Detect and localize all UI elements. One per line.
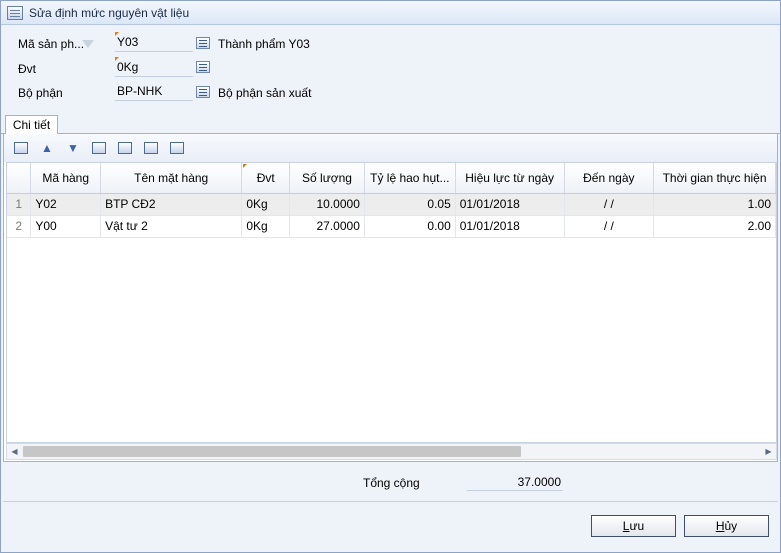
save-button-label: ưu: [629, 519, 645, 533]
unit-field[interactable]: 0Kg: [115, 59, 193, 77]
lookup-icon[interactable]: [196, 61, 210, 73]
tab-detail[interactable]: Chi tiết: [5, 115, 58, 135]
row-number: 2: [7, 215, 32, 238]
table-row[interactable]: 2 Y00 Vật tư 2 0Kg 27.0000 0.00 01/01/20…: [7, 215, 776, 238]
cell-name[interactable]: BTP CĐ2: [100, 193, 243, 216]
column-header-name[interactable]: Tên mặt hàng: [100, 163, 243, 194]
delete-row-icon[interactable]: [116, 140, 134, 156]
detail-grid: Mã hàng Tên mặt hàng Đvt Số lượng Tỷ lệ …: [6, 162, 777, 443]
product-name: Thành phẩm Y03: [218, 37, 310, 51]
column-header-loss-rate[interactable]: Tỷ lệ hao hụt...: [364, 163, 456, 194]
row-number: 1: [7, 193, 32, 216]
cancel-button[interactable]: Hủy: [684, 515, 769, 537]
import-icon[interactable]: [142, 140, 160, 156]
table-row[interactable]: 1 Y02 BTP CĐ2 0Kg 10.0000 0.05 01/01/201…: [7, 193, 776, 216]
cell-quantity[interactable]: 27.0000: [289, 215, 365, 238]
new-row-icon[interactable]: [12, 140, 30, 156]
detail-panel: ▲ ▼ Mã hàng Tên mặt hàng Đvt Số lượng Tỷ…: [3, 134, 778, 462]
column-header-quantity[interactable]: Số lượng: [289, 163, 365, 194]
cancel-button-label: ủy: [724, 519, 738, 533]
header-row: Mã hàng Tên mặt hàng Đvt Số lượng Tỷ lệ …: [7, 163, 776, 194]
cell-code[interactable]: Y00: [30, 215, 102, 238]
cell-effective-from[interactable]: 01/01/2018: [455, 215, 565, 238]
unit-label: Đvt: [18, 62, 36, 76]
total-value: 37.0000: [467, 473, 563, 491]
total-label: Tổng cộng: [363, 476, 420, 490]
scroll-right-icon[interactable]: ▶: [761, 444, 776, 459]
product-code-field[interactable]: Y03: [115, 34, 193, 52]
columns-icon[interactable]: [168, 140, 186, 156]
header-form: Mã sản ph... Y03 Thành phẩm Y03 Đvt 0Kg …: [1, 26, 780, 110]
cell-effective-to[interactable]: / /: [564, 193, 655, 216]
column-header-effective-from[interactable]: Hiệu lực từ ngày: [455, 163, 565, 194]
column-header-effective-to[interactable]: Đến ngày: [564, 163, 655, 194]
cell-unit[interactable]: 0Kg: [241, 193, 291, 216]
detail-table: Mã hàng Tên mặt hàng Đvt Số lượng Tỷ lệ …: [7, 163, 776, 238]
cell-loss-rate[interactable]: 0.05: [364, 193, 456, 216]
cell-code[interactable]: Y02: [30, 193, 102, 216]
move-down-icon[interactable]: ▼: [64, 140, 82, 156]
column-header-unit[interactable]: Đvt: [241, 163, 291, 194]
form-icon: [7, 5, 23, 20]
cell-unit[interactable]: 0Kg: [241, 215, 291, 238]
department-label: Bộ phận: [18, 86, 63, 100]
lookup-icon[interactable]: [196, 37, 210, 49]
cell-quantity[interactable]: 10.0000: [289, 193, 365, 216]
department-field[interactable]: BP-NHK: [115, 83, 193, 101]
horizontal-scrollbar[interactable]: ◀ ▶: [6, 443, 777, 460]
column-header-rownum: [7, 163, 32, 194]
grid-toolbar: ▲ ▼: [4, 134, 777, 162]
cell-lead-time[interactable]: 2.00: [653, 215, 776, 238]
cell-name[interactable]: Vật tư 2: [100, 215, 243, 238]
tab-strip: Chi tiết: [1, 113, 780, 135]
edit-material-norm-window: Sửa định mức nguyên vật liệu Mã sản ph..…: [0, 0, 781, 553]
product-code-label: Mã sản ph...: [18, 37, 85, 51]
divider: [3, 501, 778, 502]
column-header-code[interactable]: Mã hàng: [30, 163, 102, 194]
move-up-icon[interactable]: ▲: [38, 140, 56, 156]
cell-lead-time[interactable]: 1.00: [653, 193, 776, 216]
save-button[interactable]: Lưu: [591, 515, 676, 537]
department-name: Bộ phận sản xuất: [218, 86, 312, 100]
scrollbar-thumb[interactable]: [23, 446, 521, 457]
lookup-icon[interactable]: [196, 86, 210, 98]
copy-icon[interactable]: [90, 140, 108, 156]
cell-effective-to[interactable]: / /: [564, 215, 655, 238]
column-header-unit-label: Đvt: [256, 170, 275, 185]
cell-effective-from[interactable]: 01/01/2018: [455, 193, 565, 216]
scroll-left-icon[interactable]: ◀: [7, 444, 22, 459]
filter-icon[interactable]: [82, 40, 94, 48]
window-title: Sửa định mức nguyên vật liệu: [29, 5, 190, 20]
column-header-lead-time[interactable]: Thời gian thực hiện: [653, 163, 776, 194]
cell-loss-rate[interactable]: 0.00: [364, 215, 456, 238]
title-bar: Sửa định mức nguyên vật liệu: [1, 1, 780, 25]
